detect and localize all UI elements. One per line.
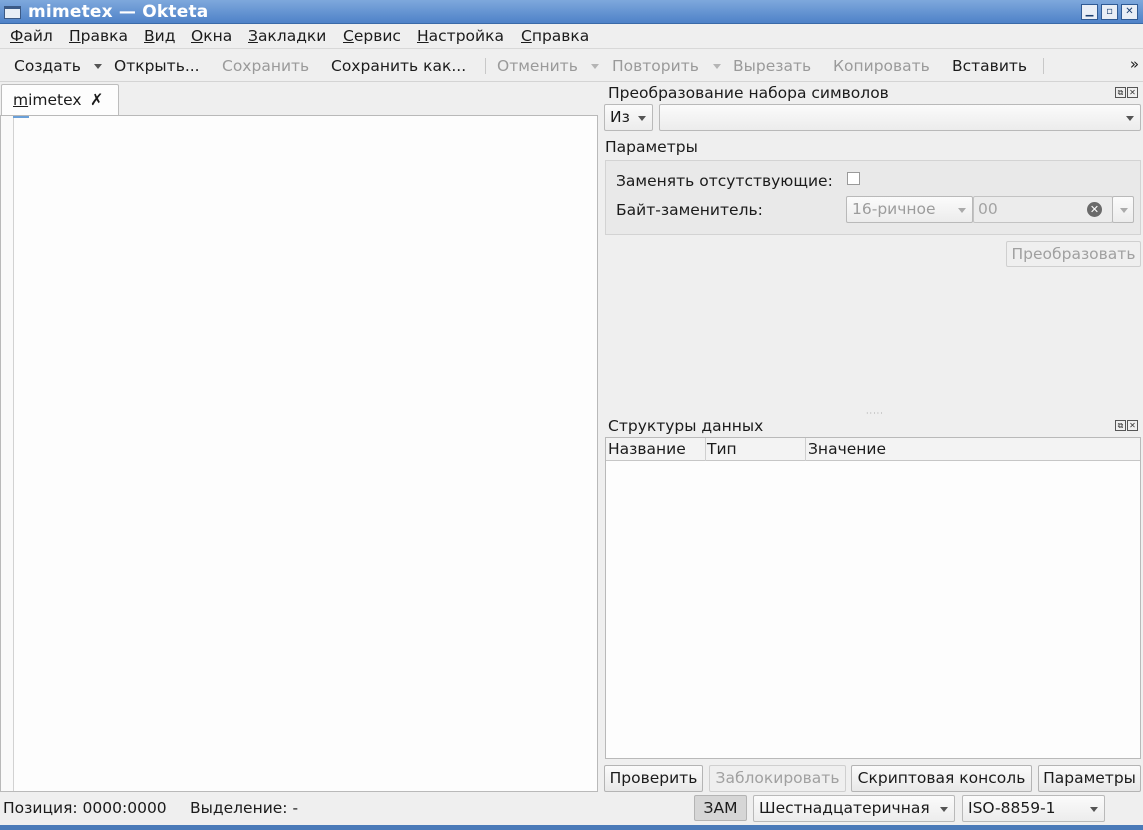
menu-bar: Файл Правка Вид Окна Закладки Сервис Нас… — [0, 24, 1143, 49]
title-bar: mimetex — Okteta ▁ ▫ ✕ — [0, 0, 1143, 24]
byte-value: 00 — [978, 200, 998, 218]
close-tab-icon[interactable]: ✗ — [90, 90, 103, 109]
copy-button[interactable]: Копировать — [833, 57, 930, 75]
minimize-button[interactable]: ▁ — [1081, 4, 1098, 20]
char-coding-select[interactable]: ISO-8859-1 — [962, 795, 1105, 822]
tab-mimetex[interactable]: mimetex ✗ — [1, 84, 119, 115]
save-button[interactable]: Сохранить — [222, 57, 309, 75]
substitute-byte-dropdown[interactable] — [1112, 196, 1134, 223]
structures-panel-title: Структуры данных — [608, 417, 764, 435]
redo-button[interactable]: Повторить — [612, 57, 699, 75]
column-type-header[interactable]: Тип — [707, 440, 737, 458]
offset-gutter — [1, 116, 14, 791]
overwrite-mode-toggle[interactable]: ЗАМ — [694, 795, 747, 821]
menu-tools[interactable]: Сервис — [343, 27, 401, 45]
chevron-down-icon — [1090, 807, 1098, 812]
replace-missing-checkbox[interactable] — [847, 172, 860, 185]
column-value-header[interactable]: Значение — [808, 440, 886, 458]
close-panel-icon[interactable]: ✕ — [1127, 87, 1138, 98]
script-console-button[interactable]: Скриптовая консоль — [851, 765, 1032, 792]
charset-select[interactable] — [659, 104, 1141, 131]
direction-select[interactable]: Из — [604, 104, 653, 131]
substitute-base-select[interactable]: 16-ричное — [846, 196, 973, 223]
cut-button[interactable]: Вырезать — [733, 57, 811, 75]
structures-settings-button[interactable]: Параметры — [1038, 765, 1141, 792]
column-name-header[interactable]: Название — [608, 440, 686, 458]
close-panel-icon[interactable]: ✕ — [1127, 420, 1138, 431]
chevron-down-icon — [1120, 208, 1128, 213]
paste-button[interactable]: Вставить — [952, 57, 1027, 75]
toolbar-separator — [1043, 58, 1044, 74]
float-panel-icon[interactable]: ⧉ — [1115, 87, 1126, 98]
value-coding-value: Шестнадцатеричная — [759, 799, 930, 817]
cursor-position: Позиция: 0000:0000 — [3, 799, 167, 817]
char-coding-value: ISO-8859-1 — [968, 799, 1056, 817]
menu-bookmarks[interactable]: Закладки — [248, 27, 326, 45]
window-menu-icon[interactable] — [4, 6, 21, 19]
column-divider[interactable] — [805, 438, 806, 461]
create-button[interactable]: Создать — [14, 57, 81, 75]
value-coding-select[interactable]: Шестнадцатеричная — [753, 795, 955, 822]
tree-header: Название Тип Значение — [606, 438, 1140, 461]
charset-panel-buttons: ⧉ ✕ — [1114, 87, 1138, 99]
lock-button[interactable]: Заблокировать — [709, 765, 846, 792]
redo-dropdown-arrow-icon[interactable] — [713, 64, 721, 69]
maximize-button[interactable]: ▫ — [1101, 4, 1118, 20]
chevron-down-icon — [958, 208, 966, 213]
close-window-button[interactable]: ✕ — [1121, 4, 1138, 20]
create-dropdown-arrow-icon[interactable] — [94, 64, 102, 69]
substitute-byte-input[interactable]: 00 ✕ — [973, 196, 1113, 223]
undo-button[interactable]: Отменить — [497, 57, 578, 75]
menu-settings[interactable]: Настройка — [417, 27, 504, 45]
hex-editor-view[interactable] — [0, 115, 598, 792]
charset-panel-title: Преобразование набора символов — [608, 84, 889, 102]
substitute-byte-label: Байт-заменитель: — [616, 201, 763, 219]
params-group: Заменять отсутствующие: Байт-заменитель:… — [605, 160, 1141, 235]
menu-file[interactable]: Файл — [10, 27, 53, 45]
chevron-down-icon — [1126, 116, 1134, 121]
save-as-button[interactable]: Сохранить как... — [331, 57, 466, 75]
replace-missing-label: Заменять отсутствующие: — [616, 172, 833, 190]
convert-button[interactable]: Преобразовать — [1006, 241, 1141, 267]
direction-value: Из — [610, 108, 630, 126]
chevron-down-icon — [638, 116, 646, 121]
clear-icon[interactable]: ✕ — [1087, 202, 1102, 217]
dock-splitter-handle[interactable]: ····· — [866, 409, 884, 418]
main-toolbar: Создать Открыть... Сохранить Сохранить к… — [0, 50, 1143, 82]
chevron-down-icon — [940, 807, 948, 812]
window-title: mimetex — Okteta — [28, 2, 209, 22]
toolbar-separator — [485, 58, 486, 74]
structures-panel-buttons: ⧉ ✕ — [1114, 420, 1138, 432]
menu-windows[interactable]: Окна — [191, 27, 232, 45]
menu-edit[interactable]: Правка — [69, 27, 128, 45]
toolbar-overflow-icon[interactable]: » — [1130, 55, 1139, 73]
base-value: 16-ричное — [852, 200, 936, 218]
undo-dropdown-arrow-icon[interactable] — [591, 64, 599, 69]
float-panel-icon[interactable]: ⧉ — [1115, 420, 1126, 431]
open-button[interactable]: Открыть... — [114, 57, 200, 75]
tab-label: mimetex — [13, 91, 82, 109]
window-bottom-border — [0, 825, 1143, 830]
edit-cursor — [13, 116, 29, 118]
validate-button[interactable]: Проверить — [604, 765, 703, 792]
selection-info: Выделение: - — [190, 799, 299, 817]
params-heading: Параметры — [605, 138, 698, 156]
menu-view[interactable]: Вид — [144, 27, 175, 45]
column-divider[interactable] — [705, 438, 706, 461]
document-tab-bar: mimetex ✗ — [0, 83, 598, 115]
structures-tree[interactable]: Название Тип Значение — [605, 437, 1141, 759]
menu-help[interactable]: Справка — [521, 27, 589, 45]
